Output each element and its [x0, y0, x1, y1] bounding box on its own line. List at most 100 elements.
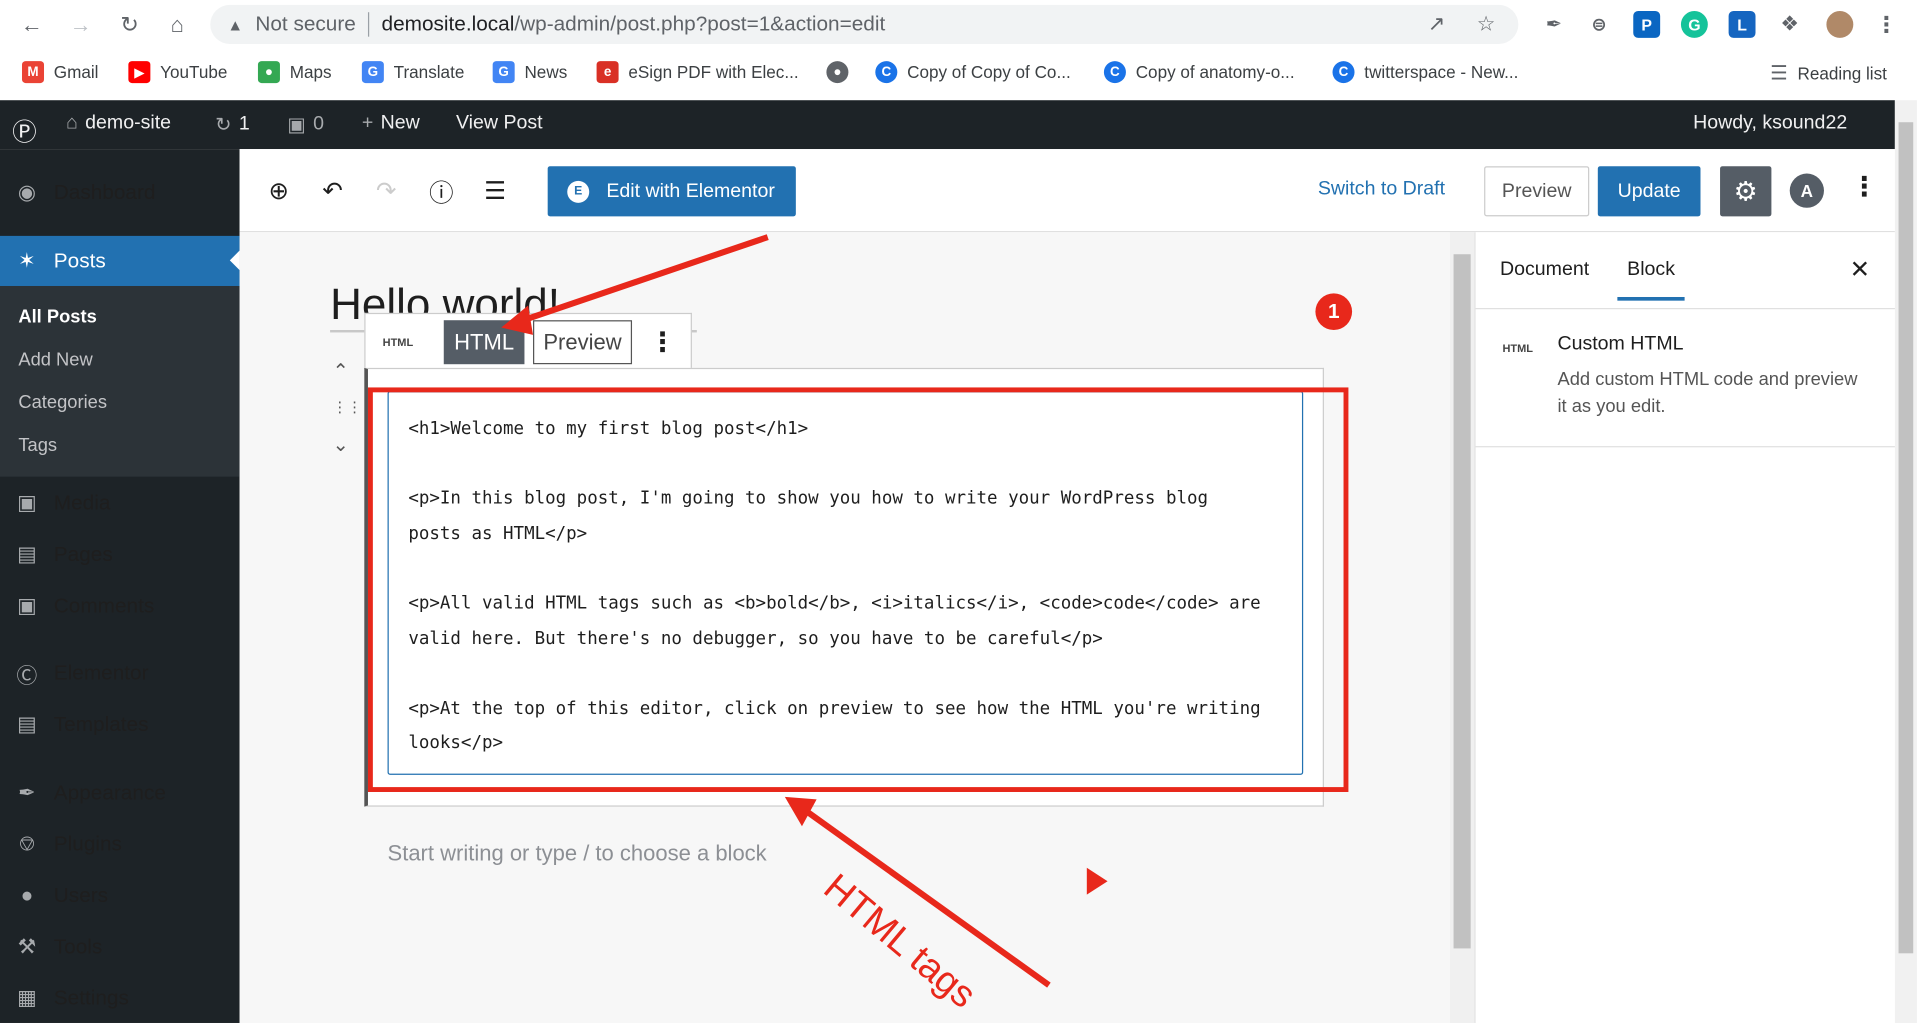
bookmark-maps[interactable]: ● Maps [257, 61, 332, 84]
view-post-link[interactable]: View Post [456, 112, 543, 134]
sidebar-item-comments[interactable]: ▣ Comments [0, 582, 240, 631]
sidebar-item-media[interactable]: ▣ Media [0, 479, 240, 528]
tab-block[interactable]: Block [1617, 259, 1685, 301]
preview-button[interactable]: Preview [1484, 166, 1590, 217]
media-icon: ▣ [17, 491, 37, 515]
site-name-link[interactable]: ⌂ demo-site [66, 112, 171, 134]
wrench-icon: ⚒ [17, 934, 37, 959]
brush-icon: ✒ [18, 780, 36, 805]
sidebar-item-users[interactable]: ● Users [0, 871, 240, 920]
warning-icon[interactable]: ▲ [227, 15, 243, 33]
extensions-icon[interactable]: ❖ [1776, 11, 1803, 38]
drag-handle-icon[interactable]: ⋮⋮ [333, 398, 362, 415]
elementor-icon: Ⓒ [16, 664, 38, 688]
sidebar-item-label: Pages [53, 542, 113, 566]
plug-icon: ⎊ [18, 832, 36, 856]
share-icon[interactable]: ↗ [1428, 12, 1445, 36]
comments-link[interactable]: ▣ 0 [287, 112, 324, 136]
edit-with-elementor-button[interactable]: E Edit with Elementor [547, 166, 796, 217]
bookmark-esign[interactable]: e eSign PDF with Elec... [596, 61, 799, 84]
add-block-icon[interactable]: ⊕ [262, 174, 296, 208]
sidebar-item-elementor[interactable]: Ⓒ Elementor [0, 649, 240, 698]
block-more-icon[interactable]: ⋮ [644, 320, 681, 364]
bookmark-news[interactable]: G News [492, 61, 567, 84]
scrollbar-thumb[interactable] [1898, 122, 1914, 954]
info-icon[interactable]: ⓘ [424, 174, 458, 208]
url-domain: demosite.local [381, 12, 515, 36]
settings-gear-button[interactable]: ⚙ [1720, 166, 1772, 217]
sidebar-sub-tags[interactable]: Tags [18, 435, 57, 456]
bookmark-globe[interactable]: ● [826, 61, 849, 84]
move-down-icon[interactable]: ⌄ [333, 433, 349, 457]
browser-toolbar: ← → ↻ ⌂ ▲ Not secure demosite.local/wp-a… [0, 0, 1917, 49]
sidebar-sub-add-new[interactable]: Add New [18, 350, 92, 371]
bookmark-youtube[interactable]: ▶ YouTube [128, 61, 227, 84]
move-up-icon[interactable]: ⌃ [333, 359, 349, 383]
panel-divider [1475, 446, 1897, 448]
more-options-icon[interactable]: ⋮ [1851, 171, 1878, 203]
astra-button[interactable]: A [1789, 173, 1824, 208]
wordpress-logo-icon[interactable]: Ⓟ [12, 112, 36, 147]
account-menu[interactable]: Howdy, ksound22 [1693, 112, 1847, 134]
reading-list[interactable]: ☰ Reading list [1770, 61, 1887, 85]
tab-preview[interactable]: Preview [533, 320, 633, 365]
star-icon[interactable]: ☆ [1477, 12, 1496, 36]
code-line: <p>All valid HTML tags such as <b>bold</… [408, 593, 1261, 614]
address-bar[interactable]: ▲ Not secure demosite.local/wp-admin/pos… [210, 4, 1519, 44]
bookmark-canva-1[interactable]: C Copy of Copy of Co... [875, 61, 1071, 84]
sidebar-item-posts[interactable]: ✶ Posts [0, 235, 240, 286]
sidebar-item-appearance[interactable]: ✒ Appearance [0, 769, 240, 818]
bookmark-canva-3[interactable]: Ctwitterspace - New... [1332, 61, 1519, 84]
sidebar-item-dashboard[interactable]: ◉ Dashboard [0, 169, 240, 218]
new-link[interactable]: + New [362, 112, 420, 134]
new-label: New [380, 112, 420, 134]
html-block-icon[interactable]: HTML [383, 336, 414, 348]
html-code-editor[interactable]: <h1>Welcome to my first blog post</h1> <… [387, 391, 1304, 775]
switch-to-draft-button[interactable]: Switch to Draft [1318, 178, 1445, 200]
grammarly-icon[interactable]: G [1680, 10, 1708, 38]
sidebar-sub-all-posts[interactable]: All Posts [18, 307, 96, 328]
reload-icon[interactable]: ↻ [115, 10, 144, 39]
comment-icon: ▣ [287, 114, 306, 136]
updates-link[interactable]: ↻ 1 [215, 112, 250, 136]
update-button[interactable]: Update [1597, 166, 1701, 217]
tab-html[interactable]: HTML [443, 320, 525, 365]
browser-menu-icon[interactable]: ⋮ [1873, 11, 1900, 38]
redo-icon[interactable]: ↷ [369, 174, 403, 208]
dropper-icon[interactable]: ✒ [1540, 11, 1567, 38]
profile-avatar[interactable] [1826, 10, 1854, 38]
sidebar-item-plugins[interactable]: ⎊ Plugins [0, 820, 240, 869]
panel-divider [1475, 307, 1897, 310]
home-icon[interactable]: ⌂ [163, 10, 192, 39]
forward-icon[interactable]: → [66, 10, 95, 39]
code-ext-icon[interactable]: ⊜ [1586, 11, 1613, 38]
sidebar-item-tools[interactable]: ⚒ Tools [0, 923, 240, 972]
editor-header: ⊕ ↶ ↷ ⓘ ☰ E Edit with Elementor Switch to… [239, 149, 1895, 233]
tab-document[interactable]: Document [1500, 259, 1589, 281]
bookmark-gmail[interactable]: M Gmail [22, 61, 98, 84]
close-icon[interactable]: ✕ [1850, 254, 1870, 285]
canvas-scrollbar[interactable] [1449, 232, 1475, 1023]
sidebar-sub-categories[interactable]: Categories [18, 392, 107, 413]
sidebar-item-label: Posts [53, 248, 106, 272]
undo-icon[interactable]: ↶ [315, 174, 349, 208]
p-ext-icon[interactable]: P [1633, 10, 1661, 38]
bookmark-translate[interactable]: G Translate [361, 61, 464, 84]
bookmark-canva-2[interactable]: C Copy of anatomy-o... [1103, 61, 1295, 84]
block-placeholder[interactable]: Start writing or type / to choose a bloc… [388, 841, 767, 867]
sidebar-item-label: Media [53, 491, 111, 515]
outline-icon[interactable]: ☰ [478, 174, 512, 208]
sidebar-item-pages[interactable]: ▤ Pages [0, 530, 240, 579]
back-icon[interactable]: ← [17, 10, 46, 39]
translate-icon: G [361, 61, 384, 84]
sidebar-item-templates[interactable]: ▤ Templates [0, 700, 240, 749]
astra-icon: A [1800, 180, 1814, 201]
bookmark-label: twitterspace - New... [1364, 62, 1519, 82]
canva-icon: C [875, 61, 898, 84]
window-scrollbar[interactable] [1894, 100, 1917, 1023]
linguix-icon[interactable]: L [1728, 10, 1756, 38]
scrollbar-thumb[interactable] [1453, 254, 1471, 949]
sidebar-item-settings[interactable]: ▦ Settings [0, 974, 240, 1023]
